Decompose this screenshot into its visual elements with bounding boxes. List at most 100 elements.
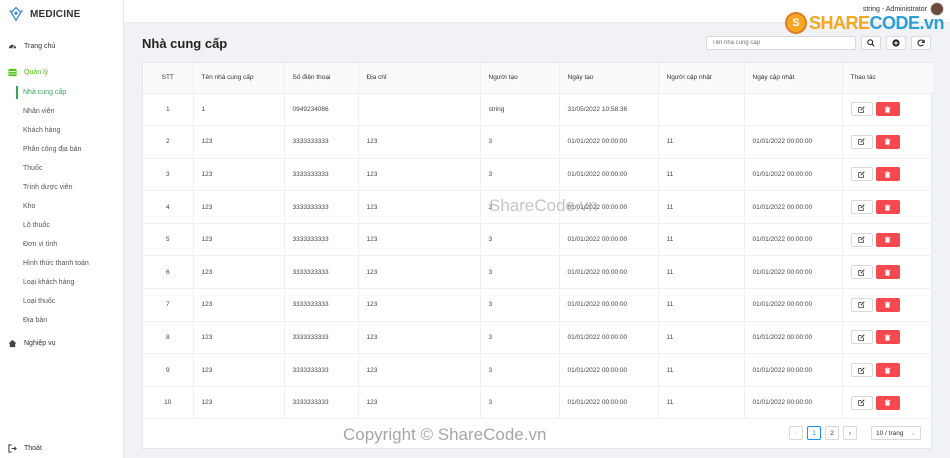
page-size-select[interactable]: 10 / trang ⌄: [871, 426, 921, 440]
cell-supplier-name: 123: [193, 125, 285, 159]
cell-created-date: 01/01/2022 00:00:00: [559, 386, 659, 419]
column-header-created-date[interactable]: Ngày tạo: [559, 63, 659, 94]
table-row: 6 123 3333333333 123 3 01/01/2022 00:00:00 11 0…: [143, 255, 933, 289]
cell-supplier-name: 123: [193, 255, 285, 289]
cell-created-by: 3: [480, 321, 560, 354]
cell-created-by: 3: [480, 288, 560, 322]
delete-button[interactable]: [875, 134, 900, 149]
cell-phone: 3333333333: [284, 190, 359, 224]
delete-button[interactable]: [875, 265, 900, 280]
edit-button[interactable]: [850, 167, 873, 182]
sidebar-item-suppliers[interactable]: Nhà cung cấp: [0, 83, 123, 102]
sidebar-item-pharma-reps[interactable]: Trình dược viên: [0, 178, 123, 197]
edit-button[interactable]: [850, 395, 873, 410]
cell-actions: [842, 126, 933, 159]
refresh-button[interactable]: [911, 36, 931, 50]
delete-button[interactable]: [875, 232, 900, 247]
cell-updated-by: 11: [658, 353, 745, 387]
edit-button[interactable]: [850, 134, 873, 149]
sidebar-item-units[interactable]: Đơn vị tính: [0, 235, 123, 254]
plus-circle-icon: [892, 39, 900, 47]
sidebar-item-home[interactable]: Trang chủ: [0, 38, 123, 54]
cell-updated-date: 01/01/2022 00:00:00: [744, 190, 843, 224]
middle-watermark: ShareCode.vn: [489, 196, 598, 215]
sidebar-item-area-assignment[interactable]: Phân công địa bàn: [0, 140, 123, 159]
sidebar-group-manage[interactable]: Quản lý: [0, 64, 123, 80]
edit-icon: [858, 203, 865, 211]
add-button[interactable]: [886, 36, 906, 50]
cell-updated-by: 11: [658, 386, 745, 419]
column-header-phone[interactable]: Số điện thoại: [284, 63, 359, 94]
delete-button[interactable]: [875, 363, 900, 378]
sidebar-item-employees[interactable]: Nhân viên: [0, 102, 123, 121]
cell-phone: 0949234086: [284, 93, 359, 126]
sidebar-group-business[interactable]: Nghiệp vụ: [0, 335, 123, 351]
cell-stt: 6: [143, 255, 194, 289]
edit-icon: [858, 106, 865, 113]
edit-button[interactable]: [850, 232, 873, 247]
cell-address: 123: [358, 223, 481, 256]
cell-actions: [842, 223, 933, 256]
delete-button[interactable]: [875, 330, 900, 345]
edit-button[interactable]: [850, 297, 873, 312]
cell-phone: 3333333333: [284, 255, 359, 289]
column-header-stt[interactable]: STT: [143, 63, 194, 94]
chevron-down-icon: ⌄: [910, 430, 916, 437]
refresh-icon: [917, 39, 925, 47]
edit-button[interactable]: [850, 265, 873, 280]
cell-created-by: 3: [480, 353, 560, 387]
cell-phone: 3333333333: [284, 125, 359, 159]
trash-icon: [884, 366, 891, 374]
next-page-button[interactable]: ›: [843, 426, 857, 440]
delete-button[interactable]: [875, 167, 900, 182]
column-header-supplier-name[interactable]: Tên nhà cung cấp: [193, 63, 285, 94]
edit-button[interactable]: [850, 200, 873, 215]
manage-submenu: Nhà cung cấp Nhân viên Khách hàng Phân c…: [0, 83, 123, 330]
sidebar-item-medicine-types[interactable]: Loại thuốc: [0, 292, 123, 311]
cell-actions: [842, 386, 933, 419]
trash-icon: [884, 301, 891, 309]
edit-button[interactable]: [850, 363, 873, 378]
cell-supplier-name: 123: [193, 288, 285, 322]
cell-stt: 7: [143, 288, 194, 322]
copyright-watermark: Copyright © ShareCode.vn: [343, 425, 547, 444]
sidebar-item-customers[interactable]: Khách hàng: [0, 121, 123, 140]
trash-icon: [884, 269, 891, 276]
table-row: 10 123 3333333333 123 3 01/01/2022 00:00:00 11…: [143, 386, 933, 419]
edit-button[interactable]: [850, 330, 873, 345]
edit-button[interactable]: [850, 102, 873, 117]
cell-updated-date: 01/01/2022 00:00:00: [744, 158, 843, 191]
sidebar-item-areas[interactable]: Địa bàn: [0, 311, 123, 330]
sidebar-item-warehouse[interactable]: Kho: [0, 197, 123, 216]
column-header-created-by[interactable]: Người tạo: [480, 63, 560, 94]
column-header-updated-date[interactable]: Ngày cập nhật: [744, 63, 843, 94]
cell-stt: 1: [143, 93, 194, 126]
delete-button[interactable]: [875, 200, 900, 215]
delete-button[interactable]: [875, 297, 900, 312]
sidebar-item-batches[interactable]: Lô thuốc: [0, 216, 123, 235]
cell-address: 123: [358, 321, 481, 354]
cell-created-date: 01/01/2022 00:00:00: [559, 255, 659, 289]
cell-updated-date: 01/01/2022 00:00:00: [744, 353, 843, 387]
cell-address: 123: [358, 353, 481, 387]
row-actions: [850, 395, 926, 410]
cell-created-date: 01/01/2022 00:00:00: [559, 223, 659, 256]
search-input[interactable]: [706, 36, 856, 50]
delete-button[interactable]: [875, 395, 900, 410]
sidebar-item-payment-methods[interactable]: Hình thức thanh toán: [0, 254, 123, 273]
column-header-address[interactable]: Địa chỉ: [358, 63, 481, 94]
page-1-button[interactable]: 1: [807, 426, 821, 440]
sidebar-item-customer-types[interactable]: Loại khách hàng: [0, 273, 123, 292]
cell-actions: [842, 256, 933, 289]
sidebar-item-medicines[interactable]: Thuốc: [0, 159, 123, 178]
prev-page-button[interactable]: ‹: [789, 426, 803, 440]
page-2-button[interactable]: 2: [825, 426, 839, 440]
column-header-updated-by[interactable]: Người cập nhật: [658, 63, 745, 94]
logout-button[interactable]: Thoát: [0, 440, 42, 456]
search-button[interactable]: [861, 36, 881, 50]
cell-updated-by: 11: [658, 190, 745, 224]
cell-address: 123: [358, 125, 481, 159]
cell-created-by: 3: [480, 255, 560, 289]
delete-button[interactable]: [875, 102, 900, 117]
logo[interactable]: MEDICINE: [0, 0, 123, 28]
